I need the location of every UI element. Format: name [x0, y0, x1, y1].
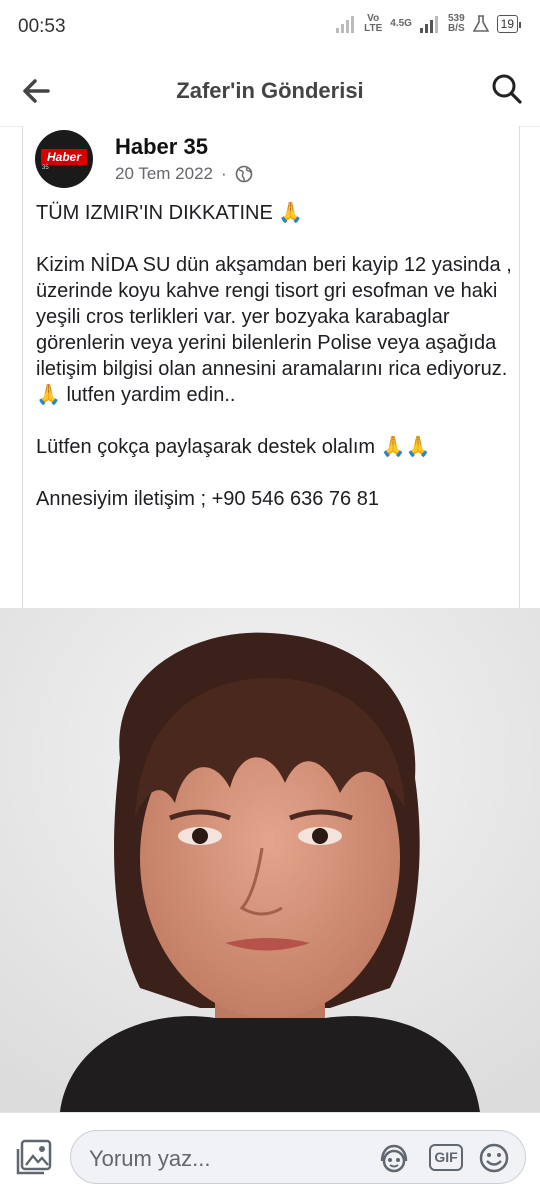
net-speed: 539 B/S: [448, 14, 465, 34]
portrait-photo: [0, 608, 540, 1112]
avatar-logo: Haber: [41, 149, 87, 165]
post-meta: 20 Tem 2022 ·: [115, 164, 253, 184]
post-paragraph: Kizim NİDA SU dün akşamdan beri kayip 12…: [36, 254, 512, 406]
meta-separator: ·: [220, 164, 227, 183]
search-icon: [492, 74, 522, 104]
post-photo[interactable]: [0, 608, 540, 1112]
post-date[interactable]: 20 Tem 2022: [115, 164, 213, 184]
network-gen-label: 4.5G: [390, 18, 412, 29]
app-header: Zafer'in Gönderisi: [0, 56, 540, 127]
avatar-logo-sub: 35: [42, 165, 49, 171]
add-photo-button[interactable]: [16, 1137, 56, 1177]
avatar-sticker-icon[interactable]: [377, 1141, 411, 1175]
author-avatar[interactable]: Haber 35: [35, 130, 93, 188]
emoji-icon[interactable]: [477, 1141, 511, 1175]
status-indicators: Vo LTE 4.5G 539 B/S 19: [336, 14, 522, 34]
gif-label: GIF: [429, 1144, 463, 1171]
comment-composer: GIF: [0, 1112, 540, 1201]
comment-input-box[interactable]: GIF: [70, 1130, 526, 1184]
globe-icon: [235, 165, 252, 183]
network-bottom-label: LTE: [364, 23, 383, 34]
volte-indicator: Vo LTE: [364, 14, 382, 34]
flask-icon: [472, 15, 489, 32]
gif-button[interactable]: GIF: [429, 1141, 465, 1175]
search-button[interactable]: [490, 72, 524, 106]
status-bar: 00:53 Vo LTE 4.5G 539 B/S 19: [0, 0, 540, 56]
status-time: 00:53: [18, 16, 66, 37]
battery-icon: 19: [496, 15, 522, 33]
photo-icon: [16, 1139, 52, 1175]
author-name[interactable]: Haber 35: [115, 134, 208, 160]
post-card: Haber 35 Haber 35 20 Tem 2022 · TÜM IZMI…: [22, 126, 520, 608]
post-contact: Annesiyim iletişim ; +90 546 636 76 81: [36, 488, 379, 510]
comment-input[interactable]: [87, 1143, 361, 1175]
post-paragraph: Lütfen çokça paylaşarak destek olalım 🙏🙏: [36, 436, 431, 458]
signal-icon: [419, 15, 440, 33]
page-title: Zafer'in Gönderisi: [176, 78, 364, 103]
post-text: TÜM IZMIR'IN DIKKATINE 🙏 Kizim NİDA SU d…: [36, 200, 514, 512]
net-speed-unit: B/S: [447, 23, 465, 34]
signal-weak-icon: [336, 15, 356, 33]
post-headline: TÜM IZMIR'IN DIKKATINE 🙏: [36, 202, 304, 224]
